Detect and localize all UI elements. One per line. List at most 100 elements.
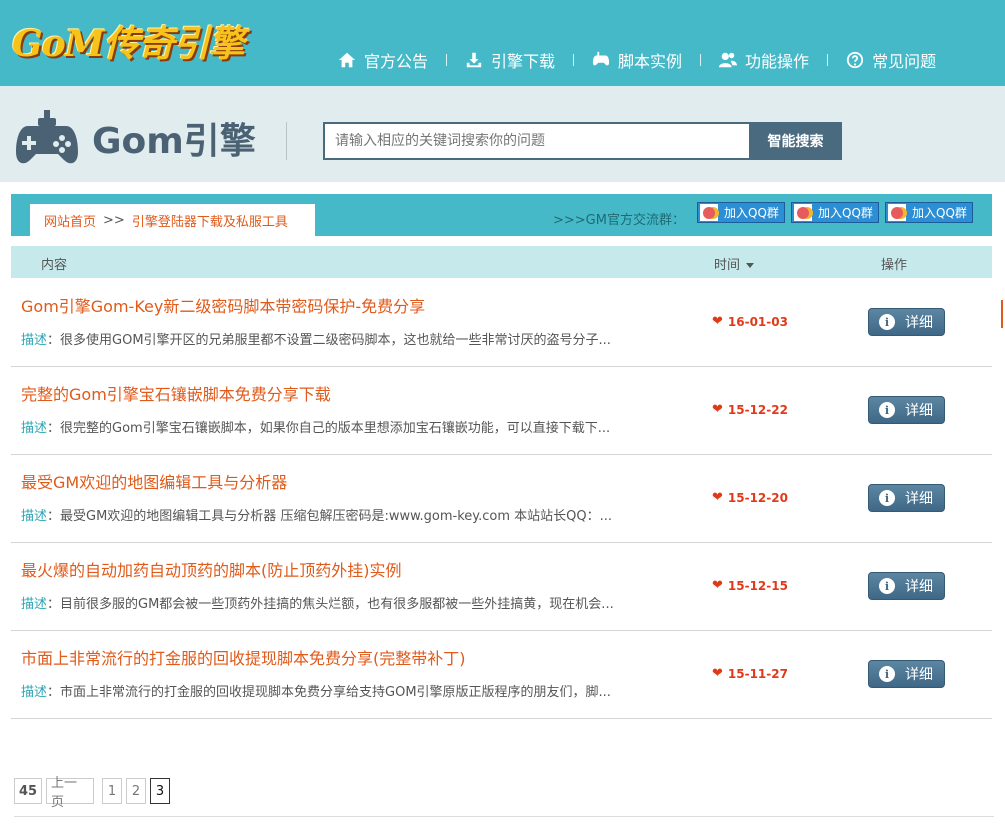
detail-button-label: 详细: [905, 579, 933, 595]
nav-item-label: 常见问题: [872, 52, 937, 71]
detail-button[interactable]: i 详细: [868, 396, 945, 424]
breadcrumb-current-link[interactable]: 引擎登陆器下载及私服工具: [132, 211, 288, 230]
article-description: 描述：目前很多服的GM都会被一些顶药外挂搞的焦头烂额，也有很多服都被一些外挂搞黄…: [21, 593, 661, 612]
total-count: 45: [14, 778, 42, 804]
description-label: 描述: [21, 685, 48, 700]
nav-item-label: 引擎下载: [491, 52, 556, 71]
detail-button[interactable]: i 详细: [868, 484, 945, 512]
nav-item-engine-download[interactable]: 引擎下载: [465, 48, 555, 72]
heart-icon: ❤: [712, 490, 723, 505]
detail-button[interactable]: i 详细: [868, 308, 945, 336]
detail-button-label: 详细: [905, 491, 933, 507]
article-description: 描述：市面上非常流行的打金服的回收提现脚本免费分享给支持GOM引擎原版正版程序的…: [21, 681, 661, 700]
table-header: 内容 时间 操作: [11, 246, 992, 278]
page-2-button[interactable]: 2: [126, 778, 146, 804]
article-date: ❤ 15-12-15: [712, 578, 788, 593]
nav-divider: [573, 54, 575, 66]
sort-caret-icon: [746, 263, 755, 268]
info-icon: i: [879, 402, 895, 418]
info-icon: i: [879, 666, 895, 682]
heart-icon: ❤: [712, 314, 723, 329]
nav-item-functions[interactable]: 功能操作: [719, 48, 809, 72]
breadcrumb: 网站首页 >> 引擎登陆器下载及私服工具: [30, 204, 315, 236]
nav-item-faq[interactable]: 常见问题: [846, 48, 936, 72]
info-icon: i: [879, 578, 895, 594]
footer-divider: [14, 816, 994, 826]
detail-button-label: 详细: [905, 403, 933, 419]
join-qq-group-button-2[interactable]: 加入QQ群: [791, 202, 879, 223]
description-text: ：目前很多服的GM都会被一些顶药外挂搞的焦头烂额，也有很多服都被一些外挂搞黄，现…: [47, 597, 614, 612]
description-label: 描述: [21, 333, 48, 348]
site-logo[interactable]: GoM传奇引擎: [12, 16, 245, 66]
home-icon: [338, 52, 356, 68]
article-title-link[interactable]: 市面上非常流行的打金服的回收提现脚本免费分享(完整带补丁): [21, 645, 466, 669]
description-label: 描述: [21, 509, 48, 524]
column-header-time-label: 时间: [714, 258, 741, 273]
article-description: 描述：很完整的Gom引擎宝石镶嵌脚本，如果你自己的版本里想添加宝石镶嵌功能，可以…: [21, 417, 661, 436]
page-3-current: 3: [150, 778, 170, 804]
column-header-content: 内容: [41, 258, 68, 273]
article-description: 描述：很多使用GOM引擎开区的兄弟服里都不设置二级密码脚本，这也就给一些非常讨厌…: [21, 329, 661, 348]
brand-divider: [286, 122, 287, 160]
date-text: 15-12-22: [727, 402, 788, 417]
prev-page-button[interactable]: 上一页: [46, 776, 94, 810]
info-icon: i: [879, 490, 895, 506]
nav-item-label: 官方公告: [364, 52, 429, 71]
description-text: ：市面上非常流行的打金服的回收提现脚本免费分享给支持GOM引擎原版正版程序的朋友…: [47, 685, 611, 700]
join-qq-group-button-3[interactable]: 加入QQ群: [885, 202, 973, 223]
nav-item-label: 功能操作: [745, 52, 810, 71]
search-input[interactable]: [323, 122, 749, 160]
table-row: 完整的Gom引擎宝石镶嵌脚本免费分享下载 描述：很完整的Gom引擎宝石镶嵌脚本，…: [11, 367, 992, 455]
page-1-button[interactable]: 1: [102, 778, 122, 804]
article-description: 描述：最受GM欢迎的地图编辑工具与分析器 压缩包解压密码是:www.gom-ke…: [21, 505, 661, 524]
download-icon: [466, 52, 482, 68]
article-date: ❤ 16-01-03: [712, 314, 788, 329]
heart-icon: ❤: [712, 402, 723, 417]
nav-item-announcements[interactable]: 官方公告: [338, 48, 428, 72]
date-text: 15-11-27: [727, 666, 788, 681]
column-header-time-sort[interactable]: 时间: [714, 254, 755, 273]
brand-title: Gom引擎: [92, 121, 256, 162]
detail-button[interactable]: i 详细: [868, 572, 945, 600]
search-button[interactable]: 智能搜索: [749, 122, 842, 160]
description-text: ：很完整的Gom引擎宝石镶嵌脚本，如果你自己的版本里想添加宝石镶嵌功能，可以直接…: [47, 421, 611, 436]
date-text: 15-12-15: [727, 578, 788, 593]
qq-group-label: >>>GM官方交流群：: [553, 213, 685, 228]
nav-divider: [700, 54, 702, 66]
side-edge-marker: [1001, 300, 1003, 328]
detail-button-label: 详细: [905, 315, 933, 331]
table-row: 最受GM欢迎的地图编辑工具与分析器 描述：最受GM欢迎的地图编辑工具与分析器 压…: [11, 455, 992, 543]
column-header-action: 操作: [881, 258, 908, 273]
breadcrumb-bar: 网站首页 >> 引擎登陆器下载及私服工具 >>>GM官方交流群： 加入QQ群 加…: [11, 194, 992, 236]
table-row: 最火爆的自动加药自动顶药的脚本(防止顶药外挂)实例 描述：目前很多服的GM都会被…: [11, 543, 992, 631]
qq-button-label: 加入QQ群: [912, 206, 967, 220]
qq-button-label: 加入QQ群: [818, 206, 873, 220]
pagination: 45 上一页 1 2 3: [14, 776, 170, 810]
gamepad-icon: [592, 51, 610, 66]
qq-icon: [794, 204, 812, 221]
nav-item-label: 脚本实例: [618, 52, 683, 71]
date-text: 16-01-03: [727, 314, 788, 329]
article-date: ❤ 15-11-27: [712, 666, 788, 681]
article-title-link[interactable]: 最受GM欢迎的地图编辑工具与分析器: [21, 469, 287, 493]
article-title-link[interactable]: 完整的Gom引擎宝石镶嵌脚本免费分享下载: [21, 381, 331, 405]
table-row: 市面上非常流行的打金服的回收提现脚本免费分享(完整带补丁) 描述：市面上非常流行…: [11, 631, 992, 719]
detail-button[interactable]: i 详细: [868, 660, 945, 688]
qq-button-label: 加入QQ群: [724, 206, 779, 220]
heart-icon: ❤: [712, 666, 723, 681]
article-date: ❤ 15-12-22: [712, 402, 788, 417]
search-form: 智能搜索: [323, 122, 842, 160]
users-icon: [719, 52, 738, 68]
main-nav: 官方公告 引擎下载 脚本实例 功能操作 常见问题: [338, 46, 936, 74]
search-band: Gom引擎 智能搜索: [0, 86, 1005, 182]
nav-item-script-examples[interactable]: 脚本实例: [592, 48, 682, 72]
description-text: ：很多使用GOM引擎开区的兄弟服里都不设置二级密码脚本，这也就给一些非常讨厌的盗…: [47, 333, 611, 348]
article-title-link[interactable]: Gom引擎Gom-Key新二级密码脚本带密码保护-免费分享: [21, 293, 425, 317]
description-label: 描述: [21, 597, 48, 612]
date-text: 15-12-20: [727, 490, 788, 505]
heart-icon: ❤: [712, 578, 723, 593]
article-title-link[interactable]: 最火爆的自动加药自动顶药的脚本(防止顶药外挂)实例: [21, 557, 402, 581]
breadcrumb-home-link[interactable]: 网站首页: [44, 211, 96, 230]
join-qq-group-button-1[interactable]: 加入QQ群: [697, 202, 785, 223]
info-icon: i: [879, 314, 895, 330]
